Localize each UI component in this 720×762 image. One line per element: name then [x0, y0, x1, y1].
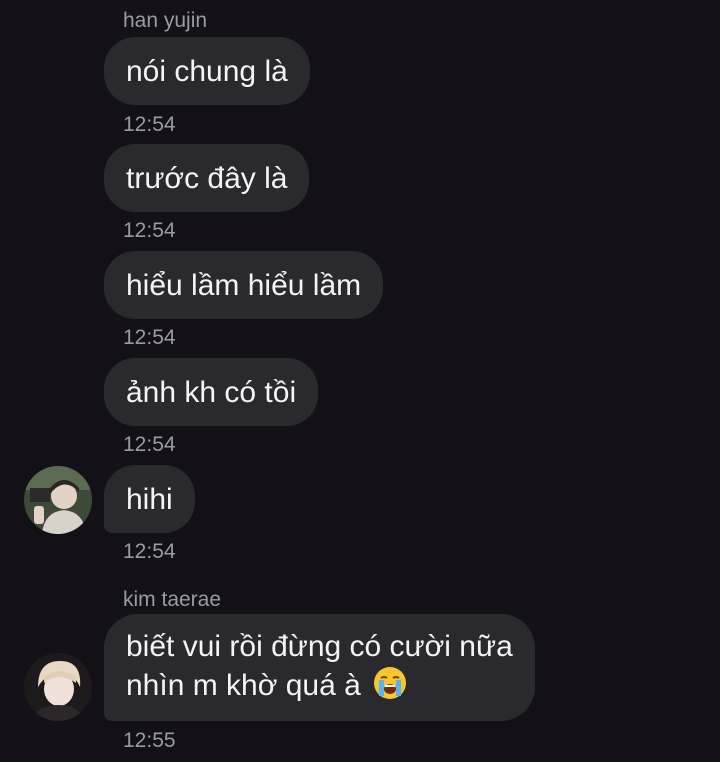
message-time: 12:55: [123, 729, 176, 752]
message-bubble[interactable]: biết vui rồi đừng có cười nữa nhìn m khờ…: [104, 614, 535, 721]
message-bubble[interactable]: ảnh kh có tồi: [104, 358, 319, 426]
message-text: hihi: [126, 483, 173, 516]
message-bubble[interactable]: hiểu lầm hiểu lầm: [104, 251, 384, 319]
message-text: hiểu lầm hiểu lầm: [126, 269, 362, 302]
message-text: nói chung là: [126, 55, 288, 88]
message-time: 12:54: [123, 113, 176, 136]
avatar-photo: [24, 466, 92, 534]
loudly-crying-face-emoji: [373, 666, 407, 700]
message-time: 12:54: [123, 219, 176, 242]
chat-thread[interactable]: han yujin nói chung là 12:54 trước đây l…: [0, 0, 720, 762]
sender-name: han yujin: [123, 9, 208, 32]
avatar[interactable]: [24, 653, 92, 721]
sender-name: kim taerae: [123, 588, 222, 611]
message-text: trước đây là: [126, 162, 288, 195]
message-bubble[interactable]: nói chung là: [104, 37, 310, 105]
avatar[interactable]: [24, 466, 92, 534]
message-time: 12:54: [123, 326, 176, 349]
message-text-line: nhìn m khờ quá à: [126, 669, 361, 702]
message-bubble[interactable]: trước đây là: [104, 144, 310, 212]
message-time: 12:54: [123, 433, 176, 456]
avatar-photo: [24, 653, 92, 721]
message-bubble[interactable]: hihi: [104, 465, 195, 533]
message-text: ảnh kh có tồi: [126, 376, 297, 409]
message-text-line: biết vui rồi đừng có cười nữa: [126, 630, 513, 663]
message-time: 12:54: [123, 540, 176, 563]
